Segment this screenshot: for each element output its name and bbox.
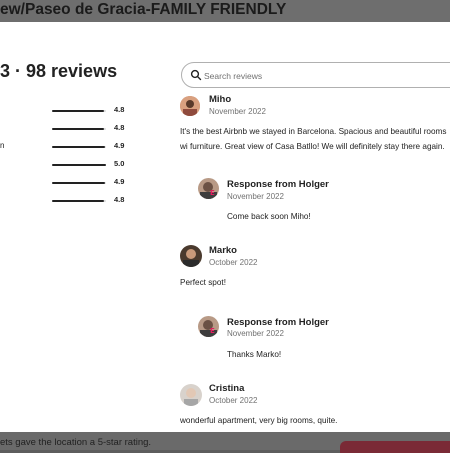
host-avatar[interactable]: E: [198, 178, 219, 199]
reviews-scrollbar[interactable]: [444, 44, 448, 432]
rating-row: n 4.9: [0, 141, 130, 153]
svg-text:E: E: [210, 327, 215, 335]
host-photo-icon: E: [198, 316, 219, 337]
rating-row: 4.8: [0, 195, 130, 207]
rating-fill: [52, 164, 106, 166]
rating-row: 4.8: [0, 123, 130, 135]
response-date: November 2022: [227, 329, 284, 338]
rating-fill: [52, 110, 104, 112]
rating-bar: [52, 182, 106, 184]
rating-fill: [52, 146, 105, 148]
reserve-button[interactable]: [340, 441, 450, 453]
listing-title-background: ew/Paseo de Gracia-FAMILY FRIENDLY: [0, 0, 450, 22]
review-text: Perfect spot!: [180, 278, 226, 287]
rating-value: 4.8: [114, 123, 125, 132]
avatar-photo-icon: [180, 384, 202, 406]
rating-fill: [52, 182, 105, 184]
reviews-summary-title: 3 · 98 reviews: [0, 61, 118, 81]
rating-fill: [52, 128, 104, 130]
review-text: wonderful apartment, very big rooms, qui…: [180, 416, 338, 425]
search-input[interactable]: [202, 67, 450, 85]
rating-bar: [52, 164, 106, 166]
rating-value: 4.8: [114, 105, 125, 114]
review-text: It's the best Airbnb we stayed in Barcel…: [180, 127, 447, 151]
reviewer-avatar[interactable]: [180, 96, 200, 116]
svg-text:E: E: [210, 189, 215, 197]
rating-value: 4.9: [114, 141, 125, 150]
reviewer-avatar[interactable]: [180, 384, 202, 406]
avatar-photo-icon: [180, 245, 202, 267]
reviewer-name[interactable]: Miho: [209, 94, 231, 105]
footer-rating-text: ets gave the location a 5-star rating.: [0, 437, 152, 448]
response-date: November 2022: [227, 192, 284, 201]
host-photo-icon: E: [198, 178, 219, 199]
rating-bar: [52, 128, 106, 130]
reviewer-avatar[interactable]: [180, 245, 202, 267]
response-title: Response from Holger: [227, 179, 329, 190]
rating-row: 5.0: [0, 159, 130, 171]
response-text: Thanks Marko!: [227, 350, 282, 359]
reviews-modal: 3 · 98 reviews 4.8 4.8 n 4.9 5.0 4.9 4.8: [0, 22, 450, 432]
search-reviews-box[interactable]: [181, 62, 450, 88]
response-text: Come back soon Miho!: [227, 212, 311, 221]
rating-row: 4.8: [0, 105, 130, 117]
rating-value: 4.8: [114, 195, 125, 204]
reviewer-name[interactable]: Cristina: [209, 383, 244, 394]
review-date: October 2022: [209, 258, 258, 267]
review-date: November 2022: [209, 107, 266, 116]
avatar-photo-icon: [180, 96, 200, 116]
rating-bar: [52, 110, 106, 112]
rating-bar: [52, 146, 106, 148]
search-icon: [190, 69, 202, 81]
reviewer-name[interactable]: Marko: [209, 245, 237, 256]
rating-fill: [52, 200, 104, 202]
rating-bar: [52, 200, 106, 202]
host-avatar[interactable]: E: [198, 316, 219, 337]
response-title: Response from Holger: [227, 317, 329, 328]
review-date: October 2022: [209, 396, 258, 405]
rating-value: 4.9: [114, 177, 125, 186]
rating-row: 4.9: [0, 177, 130, 189]
rating-value: 5.0: [114, 159, 125, 168]
rating-category-label: n: [0, 141, 5, 150]
